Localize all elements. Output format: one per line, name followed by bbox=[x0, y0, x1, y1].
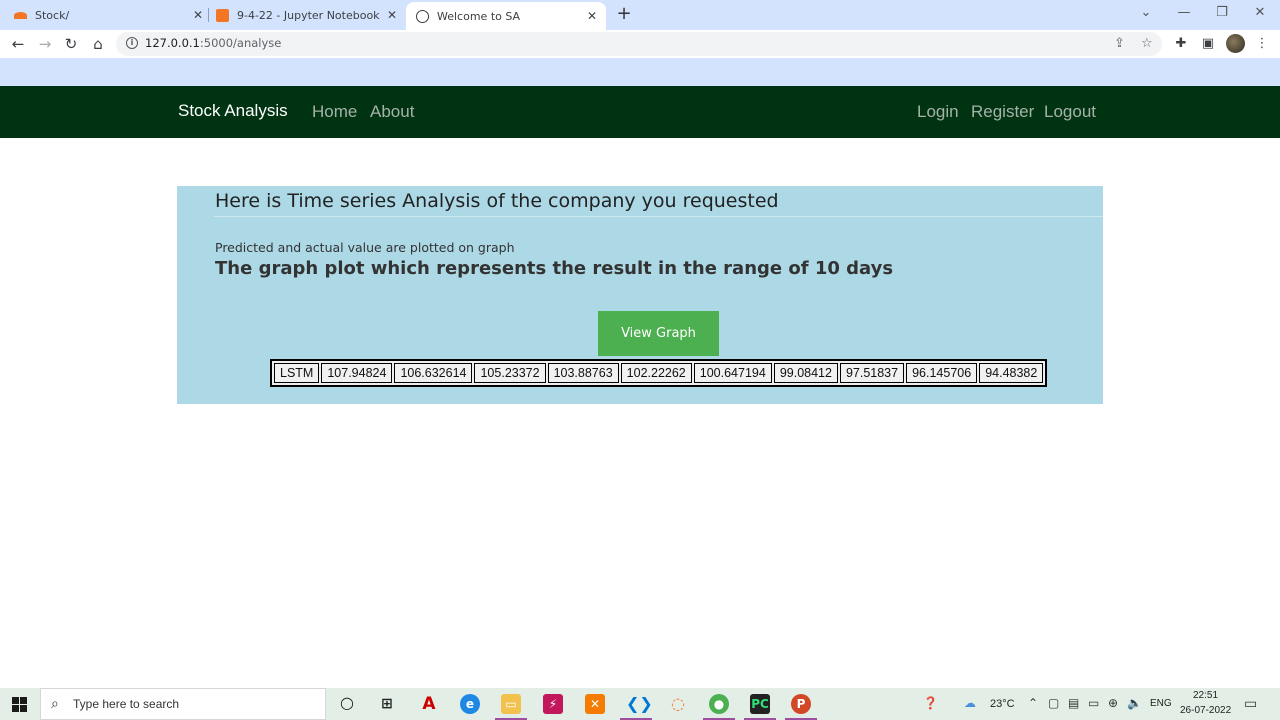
powerpoint-icon[interactable]: P bbox=[785, 694, 817, 720]
nav-home-link[interactable]: Home bbox=[312, 102, 357, 122]
tab-stock[interactable]: Stock/ ✕ bbox=[14, 0, 206, 30]
power-app-icon[interactable]: ⚡ bbox=[543, 694, 563, 714]
new-tab-plus-icon[interactable]: + bbox=[614, 4, 634, 24]
display-icon[interactable]: ▤ bbox=[1068, 696, 1079, 710]
window-close-icon[interactable]: ✕ bbox=[1241, 0, 1279, 28]
value-cell: 103.88763 bbox=[547, 363, 619, 383]
forward-arrow-icon[interactable]: → bbox=[35, 34, 55, 54]
browser-toolbar: ← → ↻ ⌂ i 127.0.0.1:5000/analyse ⇪ ☆ ✚ ▣… bbox=[0, 30, 1280, 58]
panel-divider bbox=[214, 216, 1103, 217]
meet-icon[interactable]: ▢ bbox=[1048, 696, 1059, 710]
notification-icon[interactable]: ▭ bbox=[1244, 696, 1257, 712]
address-bar[interactable]: i 127.0.0.1:5000/analyse ⇪ ☆ bbox=[116, 32, 1162, 56]
close-icon[interactable]: ✕ bbox=[384, 8, 400, 22]
side-panel-icon[interactable]: ▣ bbox=[1198, 34, 1218, 54]
search-icon: ⌕ bbox=[51, 696, 59, 712]
network-globe-icon[interactable]: ⊕ bbox=[1108, 696, 1118, 710]
minimize-icon[interactable]: — bbox=[1165, 0, 1203, 28]
chrome-icon[interactable]: ● bbox=[703, 694, 735, 720]
volume-icon[interactable]: 🔈 bbox=[1127, 696, 1142, 710]
tab-search-chevron-icon[interactable]: ⌄ bbox=[1127, 0, 1165, 28]
value-cell: 100.647194 bbox=[693, 363, 772, 383]
panel-heading: The graph plot which represents the resu… bbox=[215, 258, 894, 279]
profile-avatar[interactable] bbox=[1226, 34, 1245, 53]
taskbar-search-box[interactable]: ⌕ Type here to search bbox=[40, 688, 326, 720]
value-cell: 105.23372 bbox=[474, 363, 546, 383]
tab-welcome-to-sa[interactable]: Welcome to SA ✕ bbox=[406, 2, 606, 30]
url-host: 127.0.0.1 bbox=[145, 36, 200, 50]
bookmark-bar bbox=[0, 58, 1280, 86]
site-info-icon[interactable]: i bbox=[126, 37, 138, 49]
tab-divider bbox=[208, 8, 209, 22]
jupyter-icon[interactable]: ◌ bbox=[668, 694, 688, 714]
battery-icon[interactable]: ▭ bbox=[1088, 696, 1099, 710]
task-view-icon[interactable]: ⊞ bbox=[377, 694, 397, 714]
search-placeholder: Type here to search bbox=[73, 697, 180, 711]
bookmark-star-icon[interactable]: ☆ bbox=[1141, 36, 1153, 51]
value-cell: 97.51837 bbox=[839, 363, 905, 383]
table-row: LSTM 107.94824 106.632614 105.23372 103.… bbox=[274, 363, 1044, 383]
model-name-cell: LSTM bbox=[274, 363, 320, 383]
view-graph-button[interactable]: View Graph bbox=[598, 311, 719, 356]
value-cell: 106.632614 bbox=[394, 363, 473, 383]
panel-title: Here is Time series Analysis of the comp… bbox=[215, 190, 779, 212]
panel-subtitle: Predicted and actual value are plotted o… bbox=[215, 240, 515, 255]
browser-tab-strip: Stock/ ✕ 9-4-22 - Jupyter Notebook ✕ Wel… bbox=[0, 0, 1280, 30]
extensions-puzzle-icon[interactable]: ✚ bbox=[1171, 34, 1191, 54]
cortana-circle-icon[interactable]: ○ bbox=[337, 694, 357, 714]
back-arrow-icon[interactable]: ← bbox=[8, 34, 28, 54]
close-icon[interactable]: ✕ bbox=[584, 9, 600, 23]
windows-taskbar: ⌕ Type here to search ○ ⊞ A e ▭ ⚡ ✕ ❮❯ ◌… bbox=[0, 688, 1280, 720]
acrobat-icon[interactable]: A bbox=[419, 694, 439, 714]
notebook-favicon-icon bbox=[216, 8, 229, 22]
vscode-icon[interactable]: ❮❯ bbox=[620, 694, 653, 720]
url-text: 127.0.0.1:5000/analyse bbox=[145, 36, 281, 50]
pycharm-icon[interactable]: PC bbox=[744, 694, 776, 720]
value-cell: 102.22262 bbox=[620, 363, 692, 383]
value-cell: 96.145706 bbox=[906, 363, 978, 383]
analysis-panel: Here is Time series Analysis of the comp… bbox=[177, 186, 1103, 404]
jupyter-favicon-icon bbox=[14, 11, 27, 19]
nav-about-link[interactable]: About bbox=[370, 102, 414, 122]
chevron-up-icon[interactable]: ⌃ bbox=[1028, 696, 1038, 710]
value-cell: 99.08412 bbox=[773, 363, 838, 383]
tab-jupyter-notebook[interactable]: 9-4-22 - Jupyter Notebook ✕ bbox=[216, 0, 400, 30]
value-cell: 107.94824 bbox=[321, 363, 393, 383]
xampp-icon[interactable]: ✕ bbox=[585, 694, 605, 714]
temperature-text: 23°C bbox=[990, 698, 1015, 710]
edge-browser-icon[interactable]: e bbox=[460, 694, 480, 714]
globe-icon bbox=[416, 9, 429, 23]
menu-kebab-icon[interactable]: ⋮ bbox=[1252, 34, 1272, 54]
weather-cloud-icon[interactable]: ☁ bbox=[964, 696, 976, 710]
share-icon[interactable]: ⇪ bbox=[1114, 36, 1125, 51]
nav-login-link[interactable]: Login bbox=[917, 102, 959, 122]
file-explorer-icon[interactable]: ▭ bbox=[495, 694, 527, 720]
nav-register-link[interactable]: Register bbox=[971, 102, 1034, 122]
tab-label: 9-4-22 - Jupyter Notebook bbox=[237, 8, 380, 22]
close-icon[interactable]: ✕ bbox=[190, 8, 206, 22]
reload-icon[interactable]: ↻ bbox=[61, 34, 81, 54]
help-icon[interactable]: ❓ bbox=[923, 696, 938, 710]
tab-label: Stock/ bbox=[35, 8, 70, 22]
windows-start-icon[interactable] bbox=[12, 697, 27, 712]
nav-logout-link[interactable]: Logout bbox=[1044, 102, 1096, 122]
clock-date[interactable]: 26-07-2022 bbox=[1180, 705, 1231, 716]
value-cell: 94.48382 bbox=[979, 363, 1044, 383]
language-indicator[interactable]: ENG bbox=[1150, 698, 1172, 709]
tab-label: Welcome to SA bbox=[437, 9, 521, 23]
clock-time[interactable]: 22:51 bbox=[1193, 690, 1218, 701]
site-navbar: Stock Analysis Home About Login Register… bbox=[0, 86, 1280, 138]
home-icon[interactable]: ⌂ bbox=[88, 34, 108, 54]
prediction-table: LSTM 107.94824 106.632614 105.23372 103.… bbox=[270, 359, 1048, 387]
restore-icon[interactable]: ❐ bbox=[1203, 0, 1241, 28]
brand-link[interactable]: Stock Analysis bbox=[178, 101, 288, 121]
url-path: :5000/analyse bbox=[199, 36, 282, 50]
